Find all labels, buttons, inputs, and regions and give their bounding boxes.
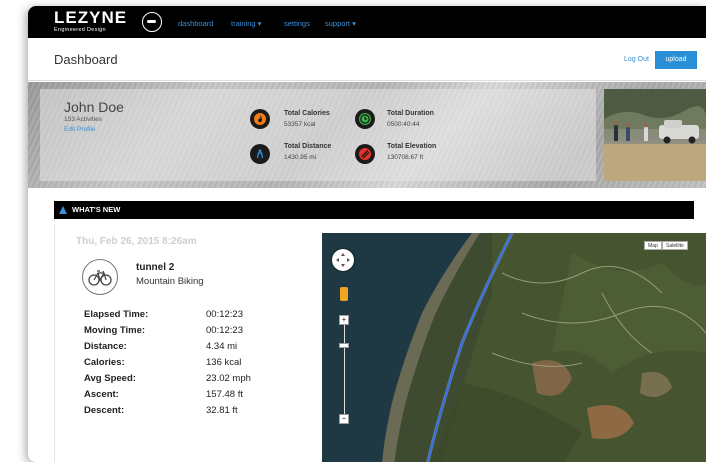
brand-tagline: Engineered Design [54, 27, 106, 33]
value-descent: 32.81 ft [206, 405, 238, 416]
stat-label-elevation: Total Elevation [387, 143, 437, 150]
activity-date: Thu, Feb 26, 2015 8:26am [76, 236, 197, 247]
brand-logo[interactable]: LEZYNE Engineered Design [54, 9, 127, 33]
zoom-in-button[interactable]: + [339, 315, 349, 325]
collapse-triangle-icon[interactable] [59, 206, 67, 214]
elevation-icon [355, 144, 375, 164]
label-descent: Descent: [84, 405, 125, 416]
zoom-slider-handle[interactable] [339, 343, 349, 348]
stat-value-duration: 0500:40:44 [387, 121, 420, 128]
upload-button[interactable]: upload [655, 51, 697, 69]
satellite-terrain [322, 233, 706, 462]
brand-name: LEZYNE [54, 8, 128, 27]
route-map[interactable]: Map Satellite + − [322, 233, 706, 462]
app-window: LEZYNE Engineered Design dashboard train… [28, 6, 706, 462]
rider-icon [250, 144, 270, 164]
value-calories: 136 kcal [206, 357, 242, 368]
stat-value-distance: 1430.95 mi [284, 154, 317, 161]
zoom-out-button[interactable]: − [339, 414, 349, 424]
stat-label-distance: Total Distance [284, 143, 332, 150]
nav-settings[interactable]: settings [284, 19, 310, 28]
activity-count: 153 Activities [64, 116, 102, 123]
value-ascent: 157.48 ft [206, 389, 243, 400]
bicycle-icon [82, 259, 118, 295]
stat-label-duration: Total Duration [387, 110, 434, 117]
label-avg-speed: Avg Speed: [84, 373, 136, 384]
label-moving-time: Moving Time: [84, 325, 146, 336]
flame-icon [250, 109, 270, 129]
logout-link[interactable]: Log Out [624, 56, 649, 63]
user-name: John Doe [64, 99, 124, 115]
label-calories: Calories: [84, 357, 125, 368]
activity-type: Mountain Biking [136, 276, 204, 287]
map-type-map-button[interactable]: Map [644, 241, 662, 250]
label-elapsed-time: Elapsed Time: [84, 309, 149, 320]
activity-name[interactable]: tunnel 2 [136, 262, 174, 273]
nav-training[interactable]: training ▾ [231, 19, 261, 28]
stat-value-elevation: 130708.67 ft [387, 154, 424, 161]
edit-profile-link[interactable]: Edit Profile [64, 126, 95, 133]
nav-support[interactable]: support ▾ [325, 19, 356, 28]
value-distance: 4.34 mi [206, 341, 238, 352]
stat-value-calories: 53357 kcal [284, 121, 316, 128]
gps-badge-icon [142, 12, 162, 32]
label-distance: Distance: [84, 341, 127, 352]
profile-photo [604, 89, 706, 181]
page-header: Dashboard Log Out upload [28, 38, 706, 81]
stat-label-calories: Total Calories [284, 110, 330, 117]
street-view-pegman-icon[interactable] [340, 287, 348, 301]
top-nav: LEZYNE Engineered Design dashboard train… [28, 6, 706, 38]
map-type-satellite-button[interactable]: Satellite [662, 241, 688, 250]
pan-control-icon[interactable] [332, 249, 354, 271]
value-elapsed-time: 00:12:23 [206, 309, 243, 320]
value-moving-time: 00:12:23 [206, 325, 243, 336]
value-avg-speed: 23.02 mph [206, 373, 251, 384]
nav-dashboard[interactable]: dashboard [178, 19, 213, 28]
clock-icon [355, 109, 375, 129]
whats-new-title: WHAT'S NEW [72, 205, 121, 214]
zoom-slider-track[interactable] [344, 315, 345, 420]
page-title: Dashboard [54, 52, 118, 67]
label-ascent: Ascent: [84, 389, 119, 400]
whats-new-header[interactable]: WHAT'S NEW [54, 201, 694, 219]
